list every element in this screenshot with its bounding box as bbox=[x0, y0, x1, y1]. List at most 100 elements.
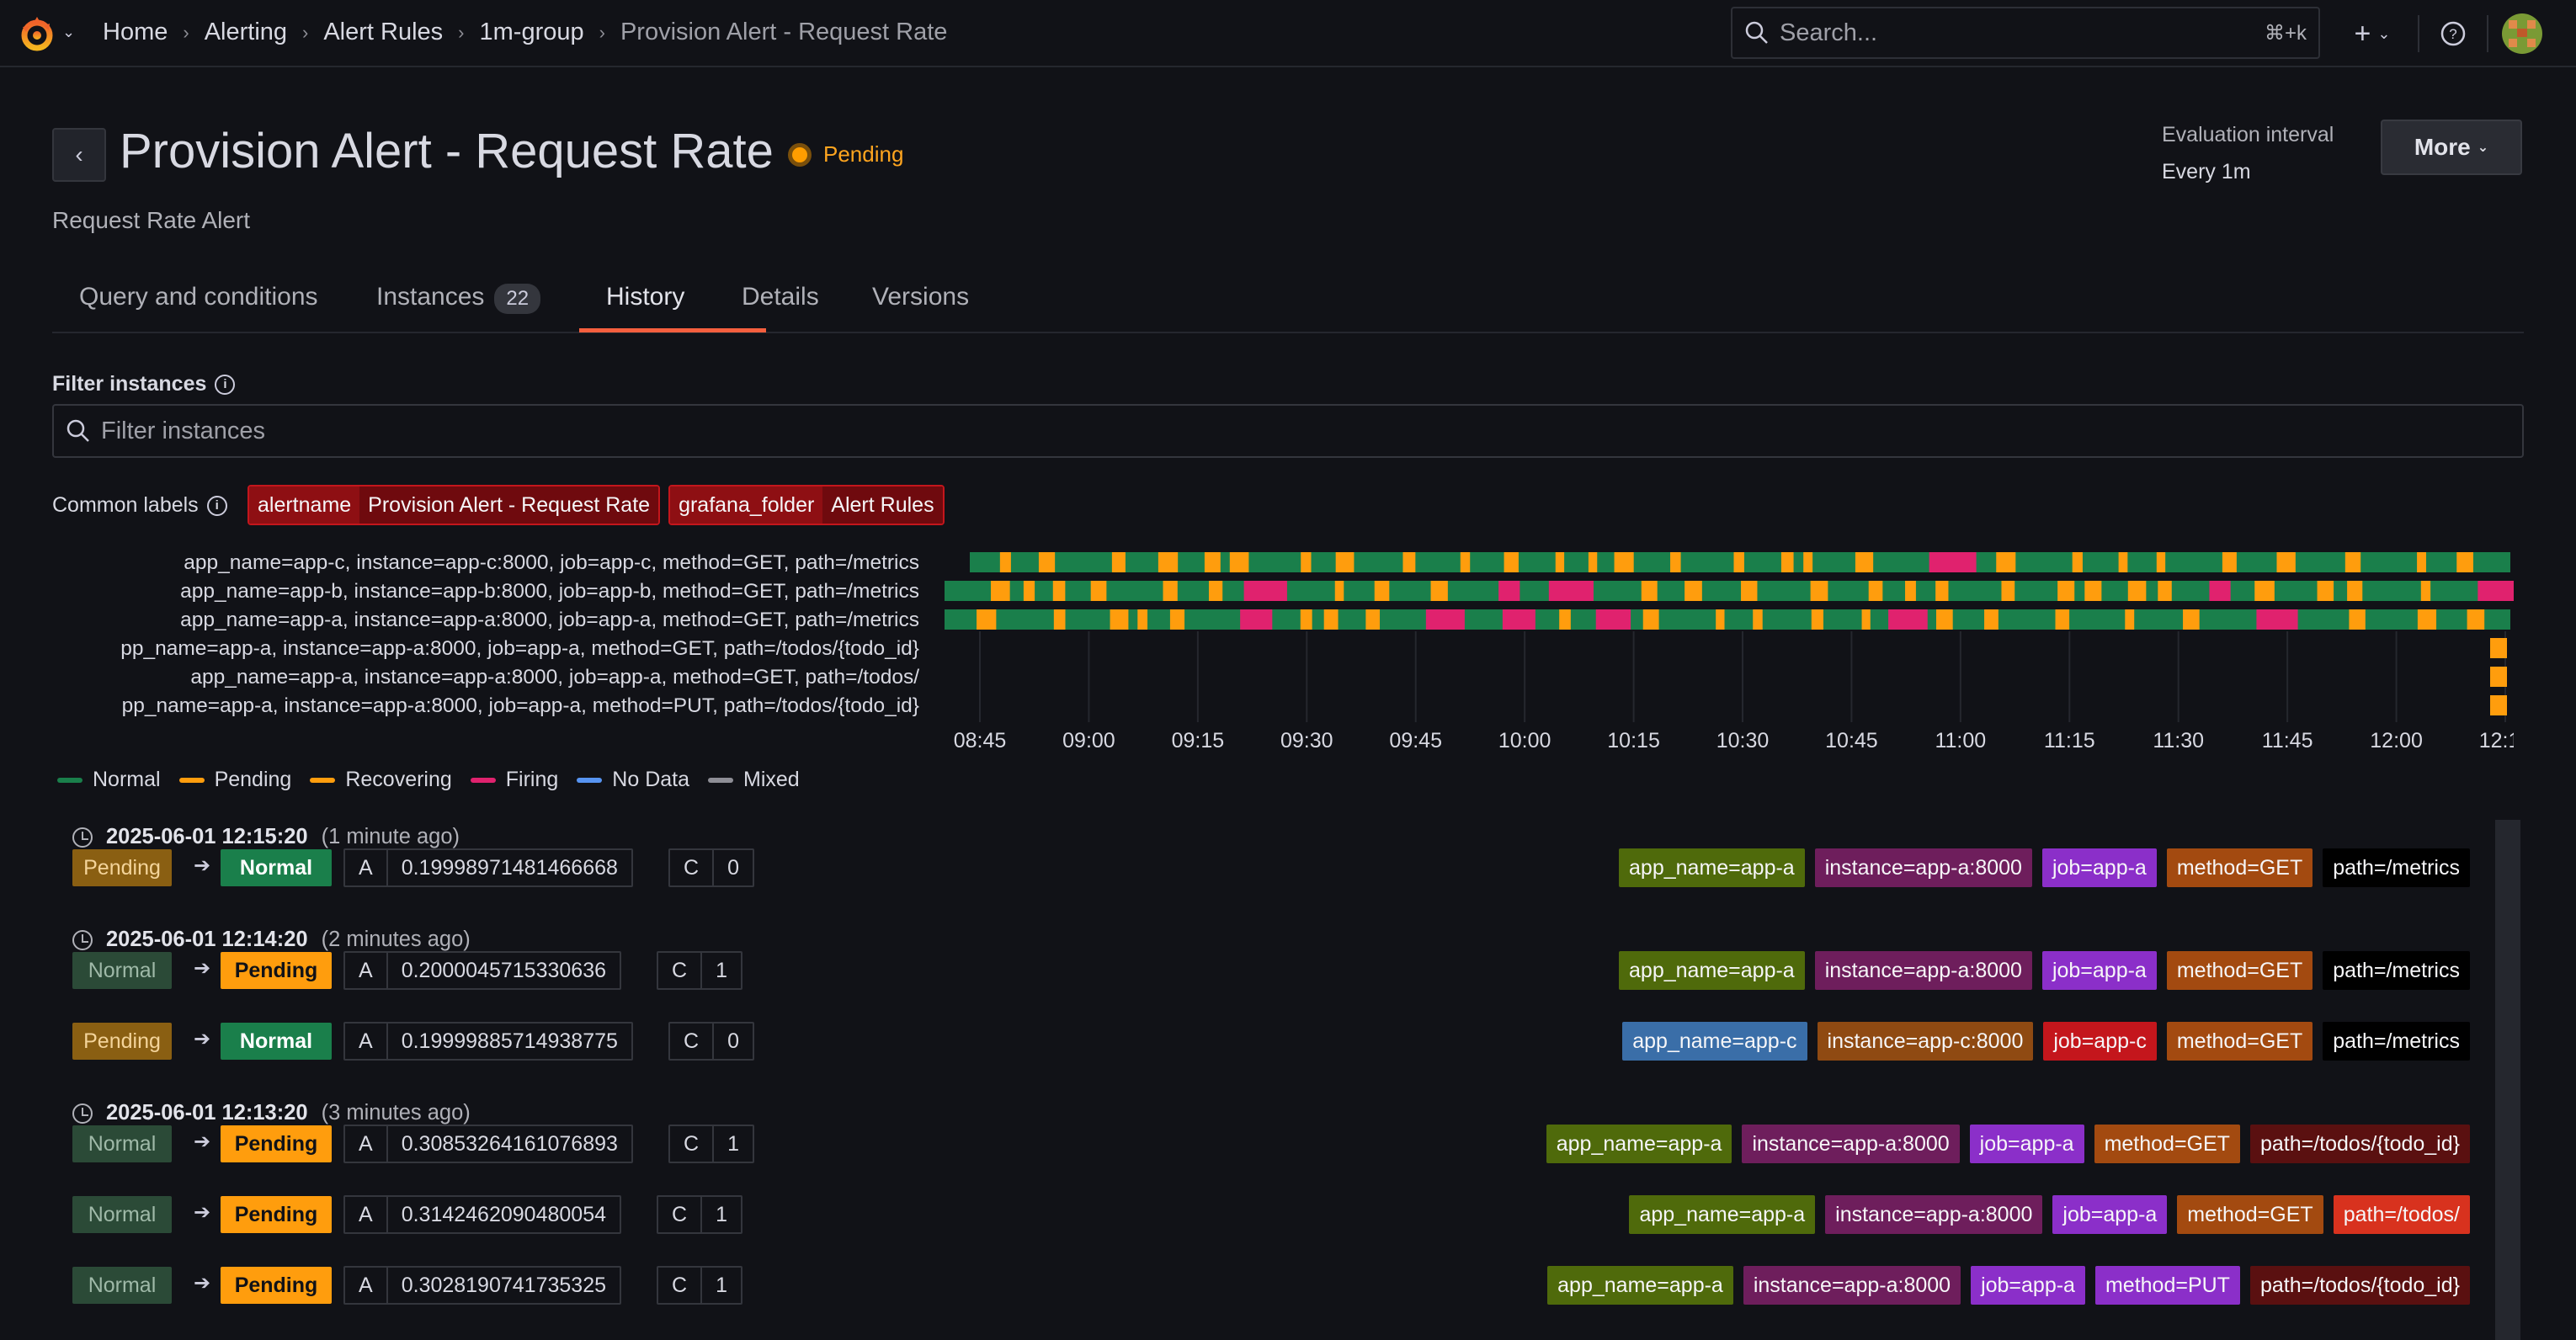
timeline-pending-segment bbox=[2156, 552, 2166, 572]
tab-query-and-conditions[interactable]: Query and conditions bbox=[79, 283, 318, 311]
instance-label-tag: job=app-a bbox=[2041, 848, 2157, 887]
instance-labels: app_name=app-a instance=app-a:8000 job=app… bbox=[1546, 1125, 2470, 1163]
value-key: C bbox=[658, 1268, 703, 1303]
arrow-right-icon: ➔ bbox=[194, 1272, 211, 1295]
timeline-pending-segment bbox=[977, 609, 997, 630]
tab-bar: Query and conditions Instances 22 History… bbox=[52, 269, 2524, 333]
top-actions: + ⌄ ? bbox=[2340, 13, 2542, 54]
time-tick-label: 10:45 bbox=[1825, 729, 1878, 752]
time-tick-label: 09:15 bbox=[1172, 729, 1225, 752]
time-tick-label: 10:15 bbox=[1607, 729, 1660, 752]
help-button[interactable]: ? bbox=[2433, 13, 2473, 54]
info-icon[interactable]: i bbox=[206, 495, 227, 516]
value-number: 0.19999885714938775 bbox=[401, 1029, 618, 1053]
more-button[interactable]: More ⌄ bbox=[2381, 120, 2522, 175]
arrow-right-icon: ➔ bbox=[194, 1201, 211, 1224]
timeline-firing-segment bbox=[2478, 581, 2514, 601]
value-key: C bbox=[670, 1126, 715, 1162]
timeline-pending-segment bbox=[2490, 667, 2507, 687]
legend-swatch bbox=[470, 777, 496, 783]
user-avatar[interactable] bbox=[2502, 13, 2542, 54]
history-entry-row[interactable]: Pending ➔ Normal A 0.19999885714938775 C 0 app_… bbox=[72, 1020, 2492, 1062]
history-entry-row[interactable]: Normal ➔ Pending A 0.3142462090480054 C 1 app_n… bbox=[72, 1194, 2492, 1236]
arrow-right-icon: ➔ bbox=[194, 957, 211, 980]
top-nav-bar: ⌄ Home › Alerting › Alert Rules › 1m-gro… bbox=[0, 0, 2576, 67]
timeline-row-label: pp_name=app-a, instance=app-a:8000, job=… bbox=[120, 637, 919, 660]
history-entry-row[interactable]: Normal ➔ Pending A 0.3028190741735325 C 1 app_n… bbox=[72, 1264, 2492, 1306]
timeline-pending-segment bbox=[1402, 552, 1416, 572]
add-new-button[interactable]: + ⌄ bbox=[2340, 13, 2404, 54]
history-timestamp: 2025-06-01 12:13:20 (3 minutes ago) bbox=[72, 1101, 471, 1125]
instance-labels: app_name=app-a instance=app-a:8000 job=app… bbox=[1547, 1266, 2470, 1305]
breadcrumb-alerting[interactable]: Alerting bbox=[205, 19, 287, 46]
timeline-row-label: pp_name=app-a, instance=app-a:8000, job=… bbox=[121, 694, 919, 717]
value-a-chip: A 0.2000045715330636 bbox=[343, 951, 621, 990]
instance-labels: app_name=app-a instance=app-a:8000 job=app… bbox=[1619, 848, 2470, 887]
value-number: 0 bbox=[727, 855, 739, 880]
common-labels-text: Common labels bbox=[52, 493, 199, 517]
value-c-chip: C0 bbox=[668, 1022, 754, 1061]
tab-details[interactable]: Details bbox=[742, 283, 819, 311]
breadcrumb-home[interactable]: Home bbox=[103, 19, 168, 46]
tab-versions[interactable]: Versions bbox=[872, 283, 969, 311]
legend-item[interactable]: Firing bbox=[470, 768, 558, 792]
timeline-pending-segment bbox=[2344, 552, 2361, 572]
page-title: Provision Alert - Request Rate bbox=[120, 124, 774, 178]
timestamp-text: 2025-06-01 12:14:20 bbox=[106, 928, 308, 951]
chevron-down-icon: ⌄ bbox=[2477, 141, 2489, 155]
history-entry-row[interactable]: Normal ➔ Pending A 0.30853264161076893 C 1 app_… bbox=[72, 1123, 2492, 1165]
legend-item[interactable]: Normal bbox=[57, 768, 161, 792]
time-tick-label: 10:30 bbox=[1716, 729, 1770, 752]
legend-label: Pending bbox=[214, 768, 292, 791]
filter-instances-input[interactable]: Filter instances bbox=[52, 404, 2524, 458]
breadcrumb-alert-rules[interactable]: Alert Rules bbox=[323, 19, 443, 46]
instance-label-tag: instance=app-a:8000 bbox=[1743, 1266, 1961, 1305]
timeline-pending-segment bbox=[1038, 552, 1056, 572]
legend-item[interactable]: Mixed bbox=[708, 768, 800, 792]
filter-instances-label: Filter instances i bbox=[52, 372, 236, 396]
arrow-right-icon: ➔ bbox=[194, 1130, 211, 1153]
timeline-pending-segment bbox=[2057, 581, 2075, 601]
info-icon[interactable]: i bbox=[215, 374, 236, 395]
instance-label-tag: method=GET bbox=[2166, 951, 2313, 990]
timeline-pending-segment bbox=[999, 552, 1011, 572]
timeline-pending-segment bbox=[2417, 552, 2426, 572]
evaluation-interval-value: Every 1m bbox=[2162, 160, 2251, 183]
chevron-down-icon[interactable]: ⌄ bbox=[62, 24, 75, 41]
plus-icon: + bbox=[2354, 17, 2371, 50]
search-input[interactable]: Search... ⌘+k bbox=[1731, 7, 2320, 59]
from-state-badge: Pending bbox=[72, 1023, 172, 1060]
tab-label: Instances bbox=[376, 283, 485, 311]
grafana-logo-icon[interactable] bbox=[15, 12, 59, 56]
back-button[interactable]: ‹ bbox=[52, 128, 106, 182]
legend-item[interactable]: Pending bbox=[178, 768, 292, 792]
instance-label-tag: instance=app-a:8000 bbox=[1814, 848, 2032, 887]
tab-history[interactable]: History bbox=[606, 283, 684, 311]
instance-label-tag: job=app-c bbox=[2043, 1022, 2157, 1061]
legend-item[interactable]: Recovering bbox=[310, 768, 452, 792]
scrollbar[interactable] bbox=[2495, 820, 2520, 1340]
timeline-pending-segment bbox=[1559, 609, 1571, 630]
divider bbox=[2487, 15, 2488, 52]
common-label-tag: alertname Provision Alert - Request Rate bbox=[247, 485, 661, 525]
timeline-pending-segment bbox=[1335, 552, 1355, 572]
timeline-pending-segment bbox=[1208, 581, 1223, 601]
timeline-pending-segment bbox=[1733, 552, 1744, 572]
history-entry-row[interactable]: Pending ➔ Normal A 0.19998971481466668 C 0 app_… bbox=[72, 847, 2492, 889]
tab-label: Versions bbox=[872, 283, 970, 311]
timeline-pending-segment bbox=[1163, 581, 1178, 601]
timeline-pending-segment bbox=[2072, 552, 2083, 572]
history-entry-row[interactable]: Normal ➔ Pending A 0.2000045715330636 C 1 app_n… bbox=[72, 949, 2492, 992]
timeline-pending-segment bbox=[1935, 581, 1949, 601]
timeline-firing-segment bbox=[1502, 609, 1535, 630]
relative-time: (1 minute ago) bbox=[321, 825, 460, 848]
help-icon: ? bbox=[2440, 21, 2466, 46]
tab-instances[interactable]: Instances 22 bbox=[376, 283, 541, 314]
legend-item[interactable]: No Data bbox=[577, 768, 689, 792]
timeline-pending-segment bbox=[2127, 581, 2147, 601]
breadcrumb-group[interactable]: 1m-group bbox=[480, 19, 584, 46]
timeline-pending-segment bbox=[1023, 581, 1035, 601]
state-timeline-chart[interactable]: 08:45 09:00 09:15 09:30 09:45 10:00 10:15 10:30… bbox=[943, 547, 2514, 766]
time-tick-label: 11:30 bbox=[2153, 729, 2204, 752]
arrow-right-icon: ➔ bbox=[194, 854, 211, 877]
